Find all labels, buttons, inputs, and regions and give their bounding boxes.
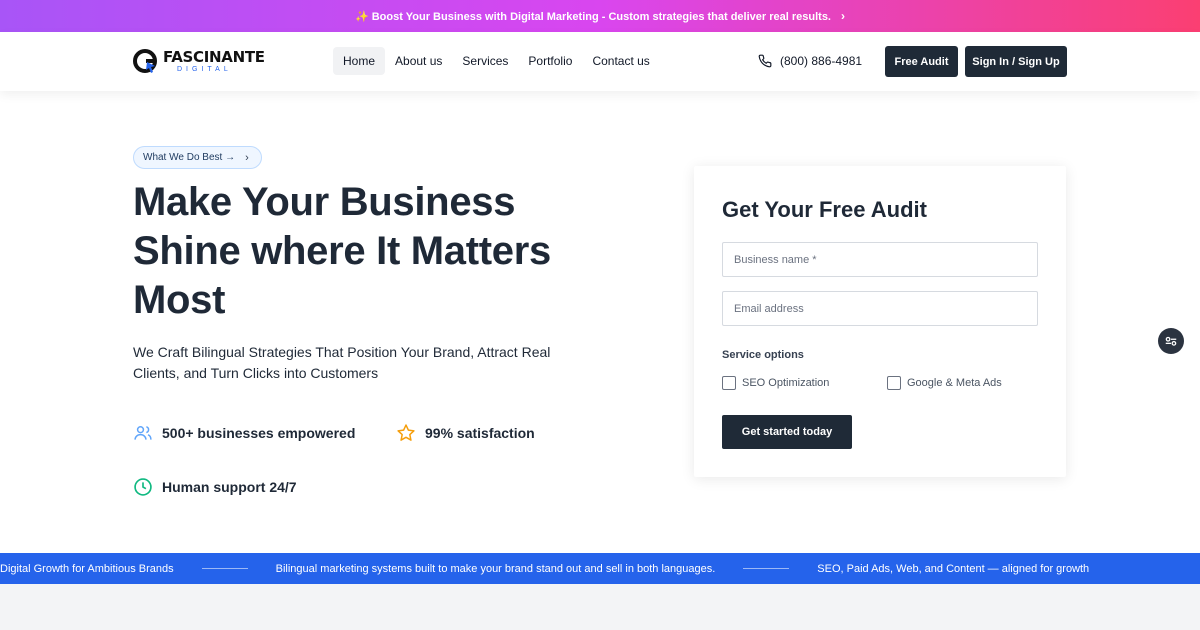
ticker-item: SEO, Paid Ads, Web, and Content — aligne… [817, 562, 1090, 575]
logo-sub: DIGITAL [177, 65, 232, 73]
floating-settings-button[interactable] [1158, 328, 1184, 354]
checkbox-label: SEO Optimization [742, 377, 830, 389]
chevron-right-icon: › [841, 9, 845, 23]
next-section [0, 584, 1200, 630]
what-we-do-pill[interactable]: What We Do Best → › [133, 146, 262, 169]
hero-title: Make Your Business Shine where It Matter… [133, 180, 551, 322]
checkbox-label: Google & Meta Ads [907, 377, 1002, 389]
sliders-icon [1165, 336, 1177, 346]
chevron-right-icon: › [245, 151, 249, 164]
checkbox-box[interactable] [722, 376, 736, 390]
marquee-ticker: Digital Growth for Ambitious Brands Bili… [0, 553, 1200, 584]
ticker-divider [201, 568, 248, 569]
nav-about-us[interactable]: About us [385, 47, 452, 75]
ticker-item: Bilingual marketing systems built to mak… [275, 562, 716, 575]
phone-link[interactable]: (800) 886-4981 [758, 54, 862, 68]
site-header: FASCINANTE DIGITAL Home About us Service… [0, 32, 1200, 91]
stat-label: 500+ businesses empowered [162, 425, 356, 441]
seo-checkbox[interactable]: SEO Optimization [722, 376, 829, 390]
checkbox-box[interactable] [887, 376, 901, 390]
ticker-item: Digital Growth for Ambitious Brands [0, 562, 174, 575]
free-audit-card: Get Your Free Audit Service options SEO … [694, 166, 1066, 477]
pill-label: What We Do Best → [143, 152, 236, 163]
business-name-input[interactable] [722, 242, 1038, 277]
get-started-button[interactable]: Get started today [722, 415, 852, 449]
logo-name: FASCINANTE [163, 47, 265, 66]
main-nav: Home About us Services Portfolio Contact… [333, 47, 660, 75]
service-options-label: Service options [722, 349, 804, 361]
clock-icon [134, 478, 152, 496]
nav-services[interactable]: Services [452, 47, 518, 75]
stat-businesses: 500+ businesses empowered [133, 423, 355, 443]
ticker-divider [743, 568, 790, 569]
hero-subtitle: We Craft Bilingual Strategies That Posit… [133, 344, 551, 381]
nav-portfolio[interactable]: Portfolio [518, 47, 582, 75]
free-audit-button[interactable]: Free Audit [885, 46, 958, 77]
stat-label: Human support 24/7 [162, 479, 297, 495]
sign-in-button[interactable]: Sign In / Sign Up [965, 46, 1067, 77]
logo[interactable]: FASCINANTE DIGITAL [133, 48, 265, 74]
ads-checkbox[interactable]: Google & Meta Ads [887, 376, 1002, 390]
nav-home[interactable]: Home [333, 47, 386, 75]
phone-number: (800) 886-4981 [780, 54, 863, 68]
logo-mark-icon [133, 49, 157, 73]
email-input[interactable] [722, 291, 1038, 326]
phone-icon [758, 54, 772, 68]
stat-support: Human support 24/7 [133, 477, 297, 497]
nav-contact-us[interactable]: Contact us [582, 47, 659, 75]
users-icon [134, 426, 152, 440]
card-title: Get Your Free Audit [722, 197, 927, 222]
stat-label: 99% satisfaction [425, 425, 535, 441]
star-icon [397, 424, 415, 441]
promo-text: ✨ Boost Your Business with Digital Marke… [354, 10, 831, 23]
promo-bar[interactable]: ✨ Boost Your Business with Digital Marke… [0, 0, 1200, 32]
stat-satisfaction: 99% satisfaction [396, 423, 535, 443]
